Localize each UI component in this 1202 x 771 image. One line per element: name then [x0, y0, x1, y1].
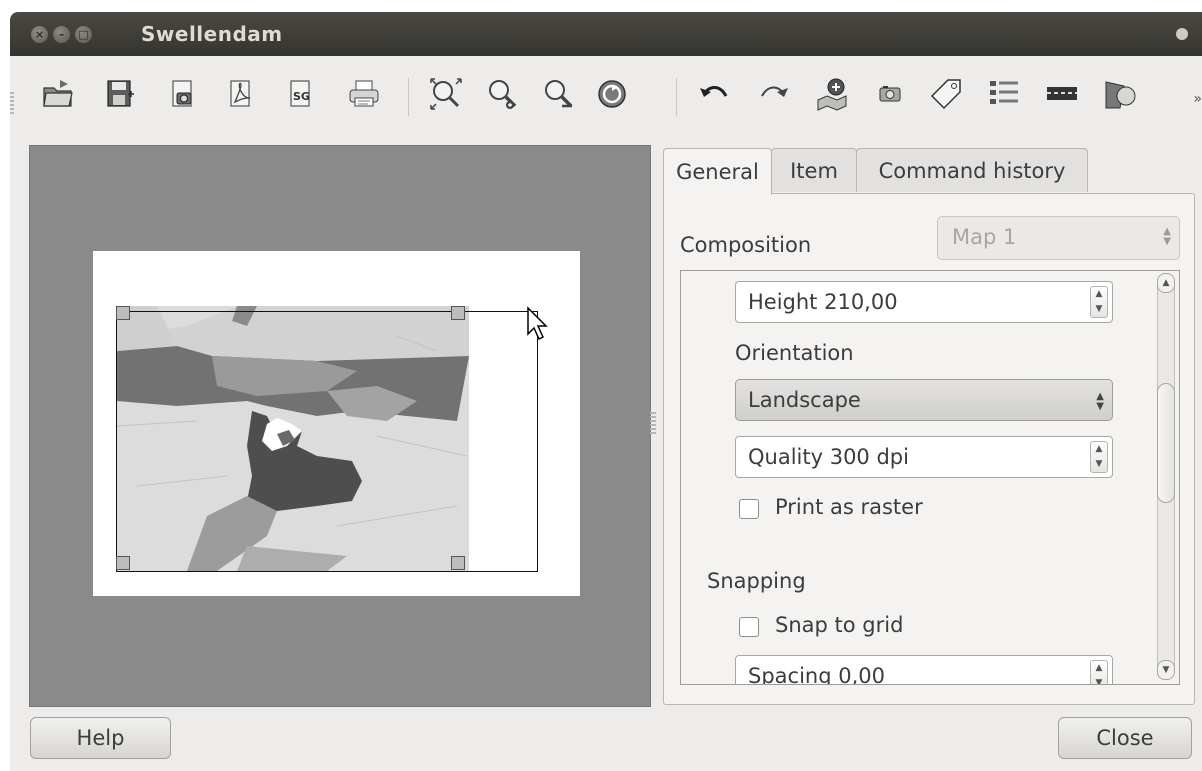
add-map-icon[interactable] [814, 76, 850, 112]
map-item-selection-frame[interactable] [116, 311, 538, 572]
height-spinbox[interactable]: Height 210,00 ▲ ▼ [735, 281, 1113, 323]
print-as-raster-label: Print as raster [775, 495, 923, 519]
add-image-icon[interactable] [872, 76, 908, 112]
add-label-icon[interactable] [928, 76, 964, 112]
composition-scroll-area[interactable]: Height 210,00 ▲ ▼ Orientation Landscape ▲… [680, 270, 1180, 685]
orientation-select-value: Landscape [748, 388, 861, 412]
window-maximize-button[interactable]: □ [75, 26, 92, 43]
close-icon: × [34, 28, 45, 41]
undo-icon[interactable] [696, 76, 732, 112]
add-legend-icon[interactable] [986, 76, 1022, 112]
svg-text:SG: SG [293, 90, 310, 103]
toolbar-grip[interactable] [10, 92, 14, 114]
redo-icon[interactable] [756, 76, 792, 112]
paper-page [93, 251, 580, 596]
title-bar: × – □ Swellendam [10, 12, 1202, 56]
orientation-select[interactable]: Landscape ▲ ▼ [735, 379, 1113, 421]
add-shape-icon[interactable] [1102, 76, 1138, 112]
window-title: Swellendam [141, 22, 283, 46]
snapping-label: Snapping [707, 569, 806, 593]
quality-spinbox[interactable]: Quality 300 dpi ▲ ▼ [735, 436, 1113, 478]
spin-arrows-icon[interactable]: ▲ ▼ [1090, 286, 1108, 318]
composition-select: Map 1 ▲ ▼ [937, 216, 1180, 260]
chevron-updown-icon: ▲ ▼ [1163, 226, 1171, 247]
export-pdf-icon[interactable] [222, 76, 258, 112]
quality-value: Quality 300 dpi [748, 445, 909, 469]
tab-command-history[interactable]: Command history [856, 148, 1088, 192]
scroll-down-icon[interactable]: ▼ [1157, 660, 1175, 680]
spin-arrows-icon[interactable]: ▲ ▼ [1090, 441, 1108, 473]
toolbar-separator [408, 78, 409, 116]
resize-handle-bottom-left[interactable] [116, 556, 130, 570]
export-svg-icon[interactable]: SG [282, 76, 318, 112]
mouse-cursor-icon [527, 306, 548, 341]
tab-general[interactable]: General [663, 148, 772, 195]
zoom-out-icon[interactable] [540, 76, 576, 112]
general-tab-panel: Composition Map 1 ▲ ▼ Height 210,00 ▲ ▼ Or… [663, 193, 1195, 705]
toolbar-overflow-icon[interactable]: » [1193, 91, 1202, 107]
snap-to-grid-label: Snap to grid [775, 613, 904, 637]
minimize-icon: – [58, 28, 65, 41]
export-image-icon[interactable] [164, 76, 200, 112]
composer-window: × – □ Swellendam SG » General Item Comma… [10, 12, 1202, 771]
load-composer-icon[interactable] [40, 76, 76, 112]
close-button[interactable]: Close [1058, 717, 1192, 759]
maximize-icon: □ [78, 28, 89, 41]
scrollbar-thumb[interactable] [1157, 383, 1175, 503]
scroll-up-icon[interactable]: ▲ [1157, 273, 1175, 293]
save-template-icon[interactable] [102, 76, 138, 112]
tab-item[interactable]: Item [771, 148, 857, 192]
resize-handle-top-left[interactable] [116, 306, 130, 320]
toolbar-separator [676, 78, 677, 116]
orientation-label: Orientation [735, 341, 854, 365]
window-minimize-button[interactable]: – [53, 26, 70, 43]
spacing-spinbox[interactable]: Spacing 0,00 ▲ ▼ [735, 655, 1113, 685]
spacing-value: Spacing 0,00 [748, 664, 885, 685]
refresh-icon[interactable] [594, 76, 630, 112]
resize-handle-top-right[interactable] [451, 306, 465, 320]
zoom-full-icon[interactable] [428, 76, 464, 112]
print-as-raster-checkbox[interactable] [739, 499, 759, 519]
panel-splitter[interactable] [650, 412, 656, 436]
print-icon[interactable] [346, 76, 382, 112]
snap-to-grid-checkbox[interactable] [739, 617, 759, 637]
zoom-in-icon[interactable] [484, 76, 520, 112]
tray-indicator-icon [1176, 28, 1188, 40]
add-scalebar-icon[interactable] [1044, 76, 1080, 112]
composition-label: Composition [680, 233, 812, 257]
help-button[interactable]: Help [30, 717, 171, 759]
composer-toolbar: SG » [10, 56, 1202, 148]
height-value: Height 210,00 [748, 290, 898, 314]
chevron-updown-icon: ▲ ▼ [1096, 391, 1104, 412]
composer-canvas[interactable] [29, 145, 651, 707]
window-close-button[interactable]: × [31, 26, 48, 43]
resize-handle-bottom-right[interactable] [451, 556, 465, 570]
spin-arrows-icon[interactable]: ▲ ▼ [1090, 660, 1108, 684]
composition-select-value: Map 1 [952, 225, 1017, 249]
vertical-scrollbar[interactable]: ▲ ▼ [1155, 273, 1177, 680]
